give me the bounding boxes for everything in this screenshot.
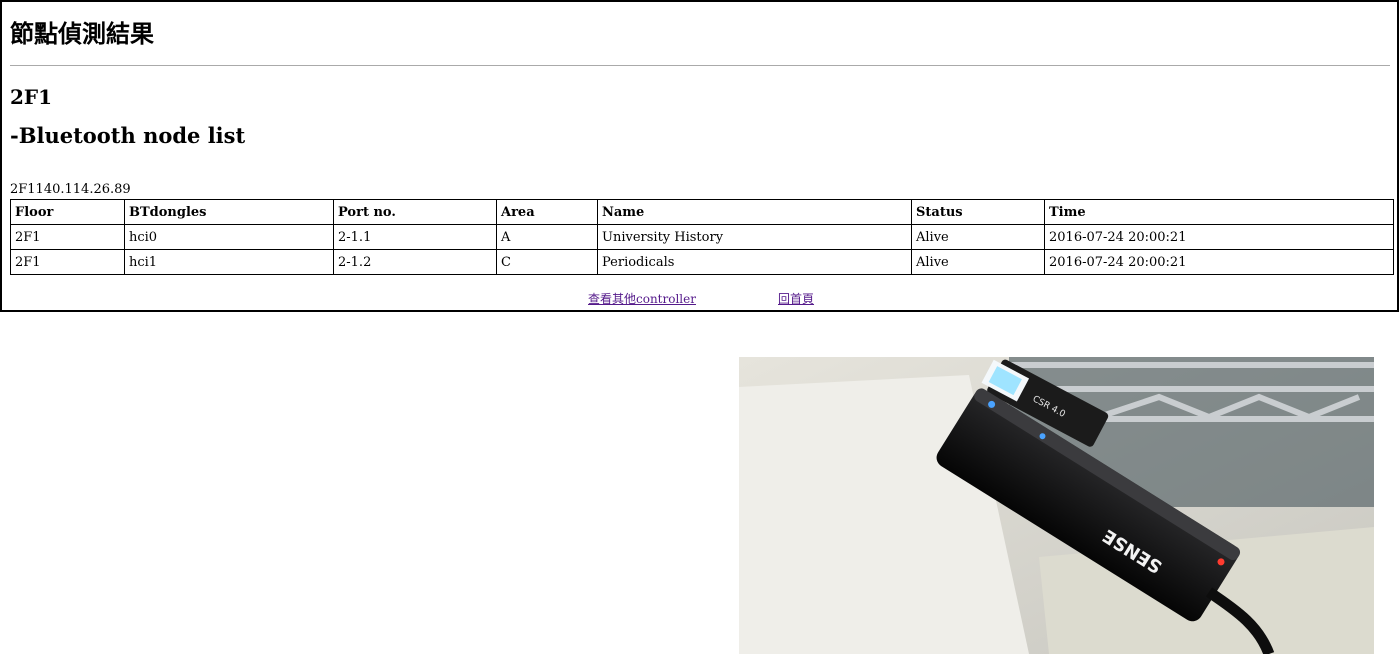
cell-name: Periodicals	[597, 249, 912, 275]
usb-hub-photo: CSR 4.0 SENSE	[739, 357, 1374, 654]
cell-time: 2016-07-24 20:00:21	[1044, 249, 1394, 275]
cell-port: 2-1.2	[333, 249, 497, 275]
bluetooth-node-list-heading: -Bluetooth node list	[10, 123, 246, 148]
controller-address: 2F1140.114.26.89	[10, 182, 131, 197]
column-header-port: Port no.	[333, 199, 497, 225]
cell-status: Alive	[911, 249, 1045, 275]
cell-btdongle: hci0	[124, 224, 334, 250]
cell-btdongle: hci1	[124, 249, 334, 275]
column-header-floor: Floor	[10, 199, 125, 225]
floor-heading: 2F1	[10, 85, 53, 109]
cell-floor: 2F1	[10, 249, 125, 275]
cell-area: C	[496, 249, 598, 275]
other-controller-link[interactable]: 查看其他controller	[588, 291, 696, 307]
column-header-area: Area	[496, 199, 598, 225]
usb-hub-illustration: CSR 4.0 SENSE	[739, 357, 1374, 654]
column-header-name: Name	[597, 199, 912, 225]
cell-floor: 2F1	[10, 224, 125, 250]
bluetooth-node-table: Floor BTdongles Port no. Area Name Statu…	[10, 199, 1394, 275]
table-header-row: Floor BTdongles Port no. Area Name Statu…	[10, 199, 1394, 225]
column-header-status: Status	[911, 199, 1045, 225]
title-divider	[10, 65, 1390, 66]
cell-status: Alive	[911, 224, 1045, 250]
cell-area: A	[496, 224, 598, 250]
table-row: 2F1 hci1 2-1.2 C Periodicals Alive 2016-…	[10, 249, 1394, 275]
cell-name: University History	[597, 224, 912, 250]
cell-port: 2-1.1	[333, 224, 497, 250]
home-link[interactable]: 回首頁	[778, 291, 814, 307]
column-header-btdongles: BTdongles	[124, 199, 334, 225]
page-title: 節點偵測結果	[10, 20, 154, 48]
cell-time: 2016-07-24 20:00:21	[1044, 224, 1394, 250]
node-detection-page-screenshot: 節點偵測結果 2F1 -Bluetooth node list 2F1140.1…	[0, 0, 1399, 312]
column-header-time: Time	[1044, 199, 1394, 225]
table-row: 2F1 hci0 2-1.1 A University History Aliv…	[10, 224, 1394, 250]
